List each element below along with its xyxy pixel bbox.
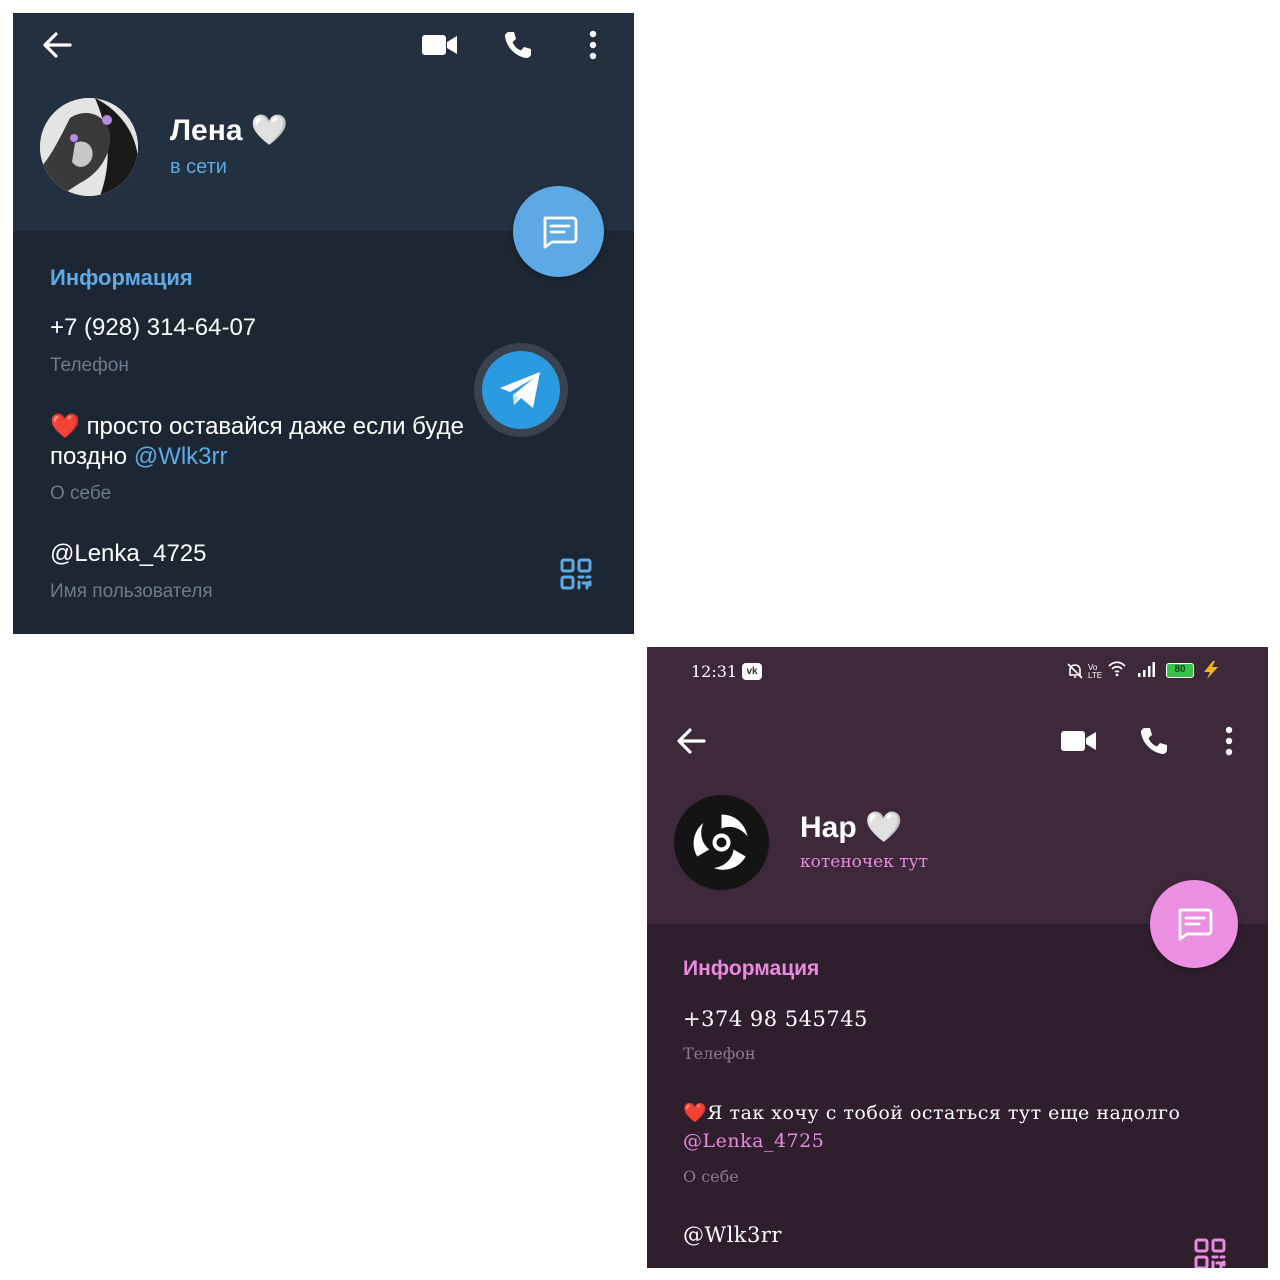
info-section-title: Информация bbox=[683, 957, 820, 980]
video-call-icon[interactable] bbox=[418, 25, 462, 65]
bio-text: ❤️Я так хочу с тобой остаться тут еще на… bbox=[683, 1099, 1223, 1155]
status-text: котеночек тут bbox=[800, 852, 929, 872]
bio-label: О себе bbox=[683, 1167, 739, 1186]
message-button[interactable] bbox=[513, 186, 604, 277]
white-heart-icon: 🤍 bbox=[865, 811, 903, 844]
username[interactable]: @Wlk3rr bbox=[683, 1223, 782, 1247]
phone-call-icon[interactable] bbox=[1134, 721, 1174, 761]
bio-text: ❤️ просто оставайся даже если буде поздн… bbox=[50, 412, 490, 472]
avatar[interactable] bbox=[40, 98, 138, 196]
white-heart-icon: 🤍 bbox=[250, 114, 289, 147]
back-arrow-icon[interactable] bbox=[671, 721, 711, 761]
bio-line-2: поздно bbox=[50, 443, 128, 470]
wifi-icon bbox=[1108, 661, 1126, 682]
qr-code-icon[interactable] bbox=[1190, 1234, 1230, 1268]
red-heart-icon: ❤️ bbox=[50, 413, 80, 440]
info-section-title: Информация bbox=[50, 265, 193, 290]
vk-icon: vk bbox=[742, 663, 762, 680]
qr-code-icon[interactable] bbox=[556, 554, 596, 594]
bio-mention-link[interactable]: @Lenka_4725 bbox=[683, 1130, 824, 1152]
back-arrow-icon[interactable] bbox=[37, 25, 77, 65]
profile-panel-lena: Лена 🤍 в сети Информация +7 (928) 314-64… bbox=[13, 13, 634, 634]
message-button[interactable] bbox=[1150, 880, 1238, 968]
username[interactable]: @Lenka_4725 bbox=[50, 540, 207, 568]
more-options-icon[interactable] bbox=[578, 25, 608, 65]
signal-icon bbox=[1137, 661, 1155, 682]
charging-bolt-icon bbox=[1200, 660, 1222, 685]
online-status: в сети bbox=[170, 156, 227, 178]
bio-line-1: Я так хочу с тобой остаться тут еще надо… bbox=[707, 1102, 1181, 1124]
phone-call-icon[interactable] bbox=[498, 25, 538, 65]
profile-panel-nar: 12:31 vk Vo LTE 80 Нар 🤍 котеночек тут И… bbox=[647, 647, 1268, 1268]
avatar[interactable] bbox=[674, 795, 769, 890]
contact-name-text: Лена bbox=[170, 114, 243, 147]
phone-label: Телефон bbox=[683, 1044, 756, 1063]
battery-icon: 80 bbox=[1166, 663, 1194, 678]
contact-name-text: Нар bbox=[800, 811, 857, 844]
red-heart-icon: ❤️ bbox=[683, 1102, 708, 1124]
battery-level: 80 bbox=[1174, 664, 1186, 675]
volte-icon: Vo LTE bbox=[1088, 663, 1103, 680]
bio-label: О себе bbox=[50, 483, 112, 504]
contact-name: Лена 🤍 bbox=[170, 113, 288, 148]
bio-line-1: просто оставайся даже если буде bbox=[86, 413, 464, 440]
more-options-icon[interactable] bbox=[1214, 721, 1244, 761]
phone-number[interactable]: +7 (928) 314-64-07 bbox=[50, 314, 256, 342]
status-time: 12:31 bbox=[691, 662, 738, 681]
mute-bell-icon bbox=[1065, 661, 1085, 686]
contact-name: Нар 🤍 bbox=[800, 810, 902, 845]
phone-label: Телефон bbox=[50, 355, 129, 376]
username-label: Имя пользователя bbox=[50, 581, 213, 602]
phone-number[interactable]: +374 98 545745 bbox=[683, 1007, 868, 1031]
video-call-icon[interactable] bbox=[1057, 721, 1101, 761]
bio-mention-link[interactable]: @Wlk3rr bbox=[134, 443, 228, 470]
status-bar: 12:31 vk Vo LTE 80 bbox=[647, 647, 1268, 697]
